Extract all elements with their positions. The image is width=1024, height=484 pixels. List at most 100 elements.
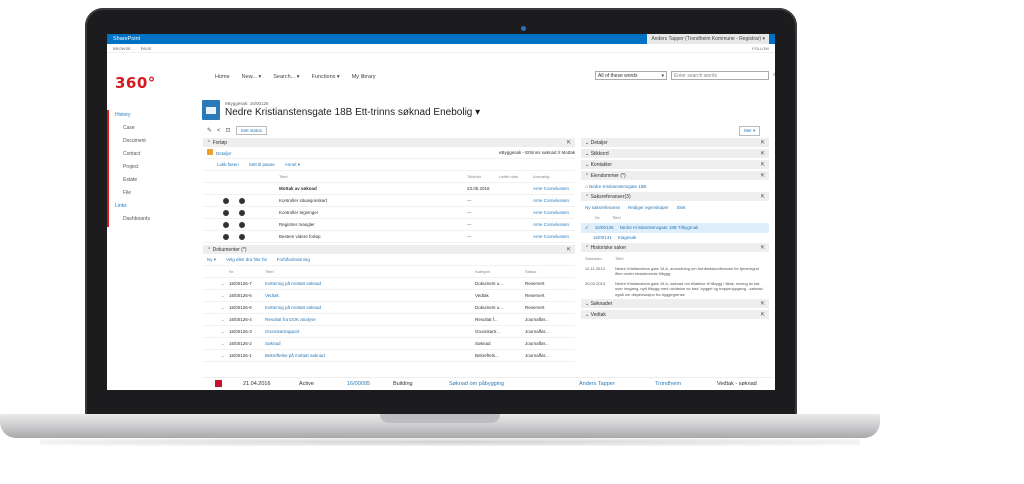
panel-eiendommer[interactable]: ⌃ Eiendommer (*) ⇱ xyxy=(581,171,769,180)
settings-icon[interactable] xyxy=(239,234,245,240)
leftnav-links[interactable]: Links xyxy=(109,201,169,214)
forlop-header[interactable]: ⌃ Forløp ⇱ xyxy=(203,138,575,147)
bottom-list-row[interactable]: 21.04.2016 Active 16/00095 Building Søkn… xyxy=(203,377,773,389)
nav-my-library[interactable]: My library xyxy=(352,74,376,80)
delete-button[interactable]: Slett xyxy=(677,205,686,211)
user-menu[interactable]: Anders Tapper (Trondheim Kommune - Regis… xyxy=(647,34,769,44)
task-title[interactable]: Kontroller situasjonskart xyxy=(279,198,327,203)
doc-title[interactable]: Bekreftelse på mottatt søknad xyxy=(265,353,325,358)
doc-row[interactable]: ⌄ 16/00126-2 Søknad Søknad Journalfør... xyxy=(203,338,575,350)
settings-icon[interactable] xyxy=(239,222,245,228)
leftnav-case[interactable]: Case xyxy=(109,123,169,136)
panel-stikkord[interactable]: ⌄ Stikkord ⇱ xyxy=(581,149,769,158)
expand-icon[interactable]: ⇱ xyxy=(761,162,765,168)
chevron-down-icon[interactable]: ⌄ xyxy=(221,281,225,287)
panel-detaljer[interactable]: ⌄ Detaljer ⇱ xyxy=(581,138,769,147)
search-input[interactable]: Enter search words xyxy=(671,71,769,80)
row-link[interactable]: Søknad om påbygging xyxy=(449,381,504,387)
task-title[interactable]: Bestem videre forløp xyxy=(279,234,321,239)
close-task-icon[interactable] xyxy=(223,234,229,240)
chevron-down-icon[interactable]: ⌄ xyxy=(221,353,225,359)
doc-row[interactable]: ⌄ 16/00126-3 Grunnkartrapport Grunnkartr...… xyxy=(203,326,575,338)
sakref-title[interactable]: Nedre Kristianstensgate 18B Tilbygmak xyxy=(620,225,699,231)
tab-page[interactable]: PAGE xyxy=(141,46,152,51)
follow-button[interactable]: FOLLOW xyxy=(752,46,769,51)
hist-row[interactable]: 12.11.2013 Nedre Kristianstens gate 18 A… xyxy=(581,264,769,279)
doc-title[interactable]: Kvittering på mottatt søknad xyxy=(265,281,321,286)
pin-icon[interactable]: ✎ xyxy=(207,127,212,134)
nav-functions[interactable]: Functions ▾ xyxy=(312,74,340,80)
doc-title[interactable]: Søknad xyxy=(265,341,281,346)
breadcrumb[interactable]: eByggesak: 16/00126 xyxy=(225,101,269,106)
set-status-button[interactable]: Sett status xyxy=(235,126,267,135)
expand-icon[interactable]: ⇱ xyxy=(761,301,765,307)
leftnav-project[interactable]: Project xyxy=(109,162,169,175)
docs-header[interactable]: ⌃ Dokumenter (*) ⇱ xyxy=(203,245,575,254)
lock-icon[interactable]: ⊡ xyxy=(226,127,231,134)
chevron-down-icon[interactable]: ⌄ xyxy=(221,305,225,311)
leftnav-estate[interactable]: Estate xyxy=(109,175,169,188)
panel-soknader[interactable]: ⌄ Søknader ⇱ xyxy=(581,299,769,308)
doc-row[interactable]: ⌄ 16/00126-1 Bekreftelse på mottatt søknad… xyxy=(203,350,575,362)
leftnav-history[interactable]: History xyxy=(109,110,169,123)
sakref-row[interactable]: 16/00131 Klagesak xyxy=(581,233,769,243)
panel-kontakter[interactable]: ⌄ Kontakter ⇱ xyxy=(581,160,769,169)
leftnav-document[interactable]: Document xyxy=(109,136,169,149)
expand-icon[interactable]: ⇱ xyxy=(761,245,765,251)
settings-icon[interactable] xyxy=(239,210,245,216)
task-responsible[interactable]: Arne Cornelussen xyxy=(533,210,569,215)
sakref-no[interactable]: 16/00131 xyxy=(593,235,612,241)
doc-row[interactable]: ⌄ 16/00126-7 Kvittering på mottatt søknad D… xyxy=(203,278,575,290)
forlop-row[interactable]: Mottak av søknad 23.05.2016 Arne Corneluss… xyxy=(203,183,575,195)
detail-link[interactable]: Detaljer xyxy=(216,151,232,156)
panel-vedtak[interactable]: ⌄ Vedtak ⇱ xyxy=(581,310,769,319)
other-menu[interactable]: Annet ▾ xyxy=(285,162,300,168)
chevron-down-icon[interactable]: ⌄ xyxy=(221,317,225,323)
pause-button[interactable]: Sett til pause xyxy=(249,162,275,167)
close-task-icon[interactable] xyxy=(223,222,229,228)
expand-icon[interactable]: ⇱ xyxy=(761,194,765,200)
sharepoint-brand[interactable]: SharePoint xyxy=(113,36,140,42)
edit-properties-button[interactable]: Rediger egenskaper xyxy=(628,205,669,211)
nav-new[interactable]: New... ▾ xyxy=(242,74,262,80)
forlop-row[interactable]: Registrer mangler --- Arne Cornelussen xyxy=(203,219,575,231)
chevron-down-icon[interactable]: ⌄ xyxy=(221,329,225,335)
chevron-down-icon[interactable]: ⌄ xyxy=(221,293,225,299)
row-place[interactable]: Trondheim xyxy=(655,381,681,387)
chevron-down-icon[interactable]: ⌄ xyxy=(221,341,225,347)
panel-saksreferanser[interactable]: ⌃ Saksreferanser(3) ⇱ xyxy=(581,192,769,201)
row-person[interactable]: Anders Tapper xyxy=(579,381,615,387)
task-responsible[interactable]: Arne Cornelussen xyxy=(533,186,569,191)
more-button[interactable]: Mer ▾ xyxy=(739,126,761,136)
new-sakref-button[interactable]: Ny saksreferanse xyxy=(585,205,620,211)
doc-title[interactable]: Vedtak xyxy=(265,293,279,298)
expand-icon[interactable]: ⇱ xyxy=(761,140,765,146)
eiendom-link[interactable]: Nedre Kristianstensgate 18B xyxy=(589,184,646,189)
doc-row[interactable]: ⌄ 16/00126-5 Kvittering på mottatt søknad D… xyxy=(203,302,575,314)
nav-home[interactable]: Home xyxy=(215,74,230,80)
task-title[interactable]: Kontroller tegninger xyxy=(279,210,318,215)
doc-row[interactable]: ⌄ 16/00126-4 Resultat fra DOK analyse Resul… xyxy=(203,314,575,326)
settings-icon[interactable] xyxy=(239,198,245,204)
upload-dropzone[interactable]: Velg eller dra filer hit xyxy=(226,257,267,262)
sakref-title[interactable]: Klagesak xyxy=(618,235,637,241)
task-responsible[interactable]: Arne Cornelussen xyxy=(533,198,569,203)
sakref-no[interactable]: 16/00126 xyxy=(595,225,614,231)
forlop-row[interactable]: Kontroller tegninger --- Arne Cornelussen xyxy=(203,207,575,219)
close-task-icon[interactable] xyxy=(223,198,229,204)
doc-title[interactable]: Resultat fra DOK analyse xyxy=(265,317,316,322)
share-icon[interactable]: < xyxy=(217,128,221,134)
leftnav-dashboards[interactable]: Dashboards xyxy=(109,214,169,227)
nav-search[interactable]: Search... ▾ xyxy=(273,74,299,80)
leftnav-contact[interactable]: Contact xyxy=(109,149,169,162)
tab-browse[interactable]: BROWSE xyxy=(113,46,131,51)
close-task-icon[interactable] xyxy=(223,210,229,216)
new-doc-menu[interactable]: Ny ▾ xyxy=(207,257,216,263)
forlop-row[interactable]: Kontroller situasjonskart --- Arne Cornelu… xyxy=(203,195,575,207)
doc-title[interactable]: Kvittering på mottatt søknad xyxy=(265,305,321,310)
doc-row[interactable]: ⌄ 16/00126-6 Vedtak Vedtak Reservert xyxy=(203,290,575,302)
row-no[interactable]: 16/00095 xyxy=(347,381,370,387)
preview-button[interactable]: Forhåndsvisning xyxy=(277,257,310,262)
expand-icon[interactable]: ⇱ xyxy=(761,151,765,157)
sakref-row[interactable]: ✓ 16/00126 Nedre Kristianstensgate 18B T… xyxy=(581,223,769,233)
